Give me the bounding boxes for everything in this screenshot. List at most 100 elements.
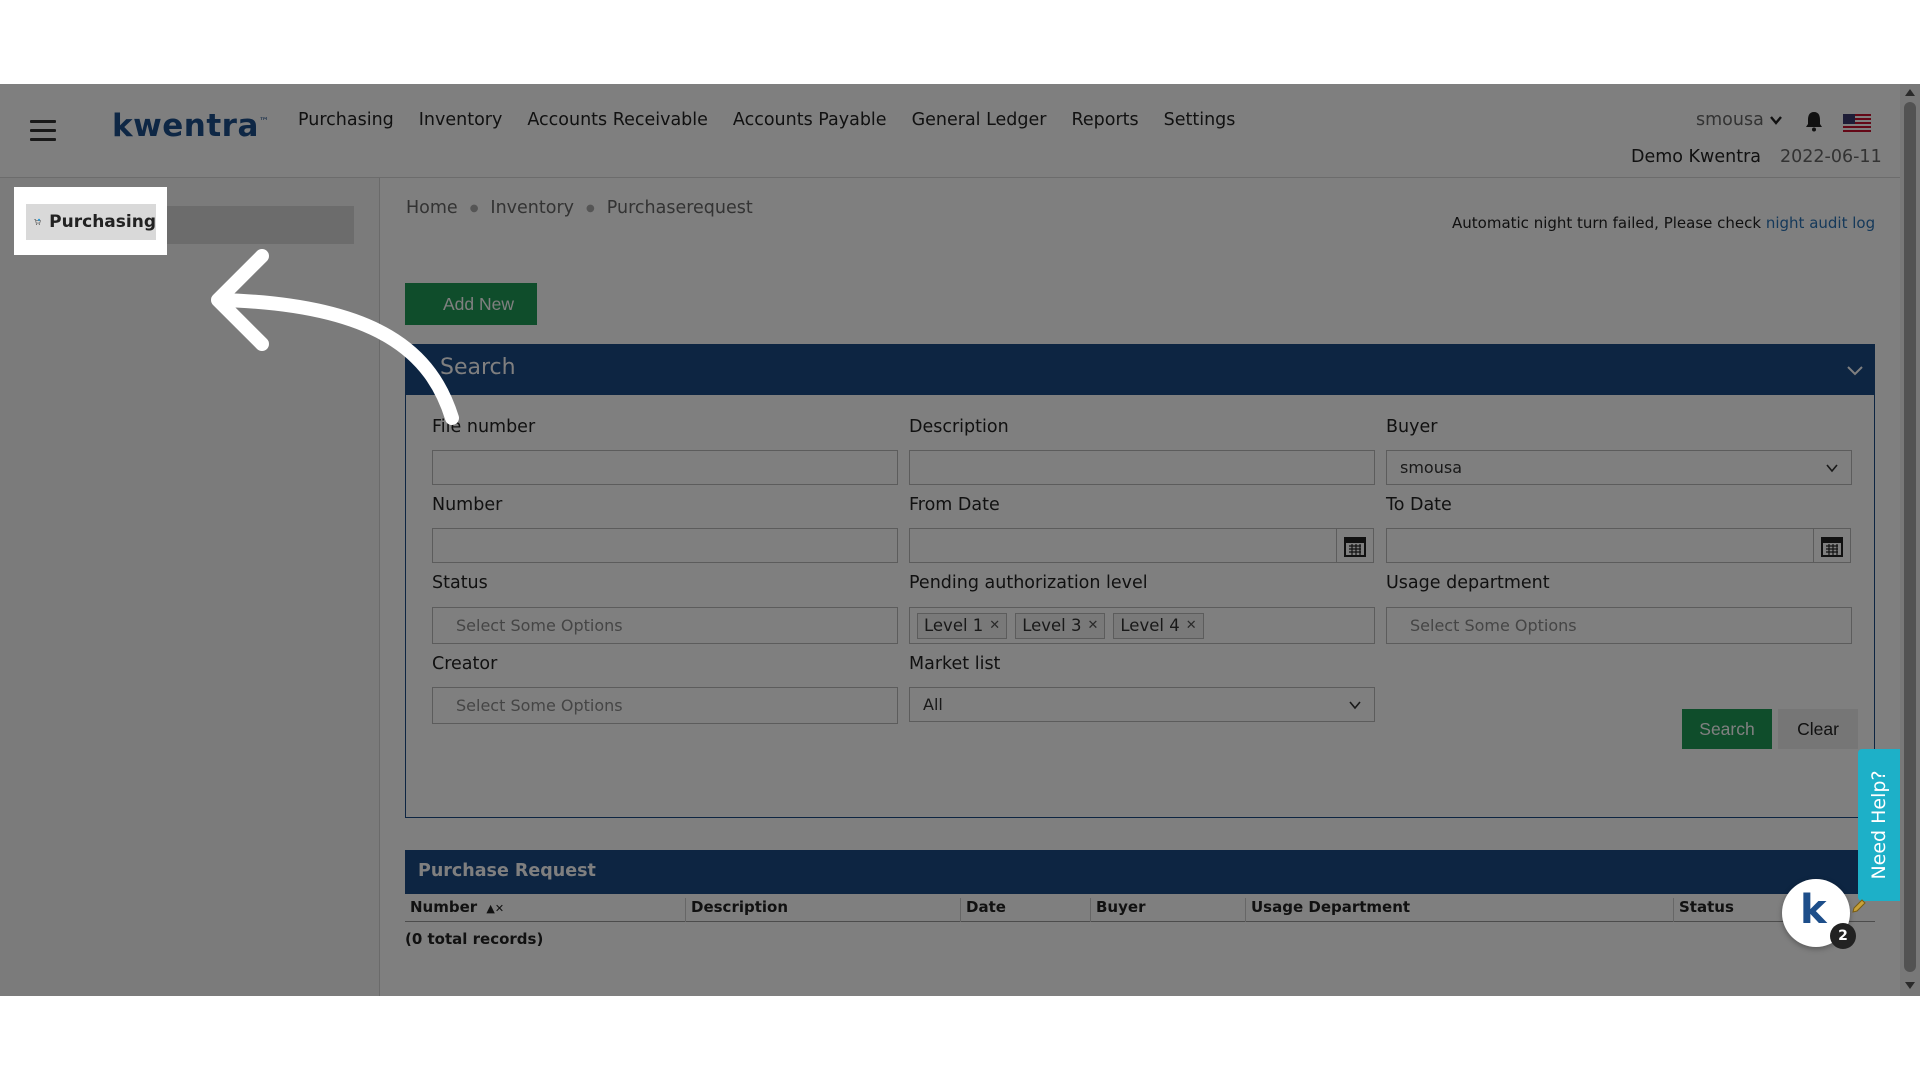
column-label: Date	[966, 898, 1006, 916]
from-date-input[interactable]	[909, 528, 1337, 563]
number-input[interactable]	[432, 528, 898, 563]
pending-level-multiselect[interactable]: Level 1 ✕ Level 3 ✕ Level 4 ✕	[909, 607, 1375, 644]
level-chip: Level 3 ✕	[1015, 612, 1106, 639]
calendar-icon	[1344, 536, 1366, 557]
hamburger-icon[interactable]	[30, 120, 56, 141]
nav-inventory[interactable]: Inventory	[419, 110, 503, 130]
chevron-down-icon[interactable]	[1846, 361, 1864, 379]
chevron-down-icon	[1349, 700, 1361, 709]
night-audit-link[interactable]: night audit log	[1766, 214, 1875, 232]
chat-assistant-logo: k	[1800, 887, 1827, 933]
column-description[interactable]: Description	[685, 898, 960, 922]
user-menu[interactable]: smousa	[1696, 110, 1782, 130]
logo-text: kwentra	[112, 108, 259, 144]
to-date-input[interactable]	[1386, 528, 1814, 563]
to-date-label: To Date	[1386, 495, 1452, 515]
main-nav: Purchasing Inventory Accounts Receivable…	[298, 110, 1260, 130]
alert-text: Automatic night turn failed, Please chec…	[1452, 214, 1762, 232]
from-date-calendar-button[interactable]	[1336, 528, 1374, 563]
total-records: (0 total records)	[405, 930, 544, 948]
column-label: Usage Department	[1251, 898, 1411, 916]
nav-general-ledger[interactable]: General Ledger	[912, 110, 1047, 130]
night-audit-alert: Automatic night turn failed, Please chec…	[1452, 214, 1875, 232]
buyer-value: smousa	[1400, 458, 1462, 477]
search-panel-title: Search	[440, 355, 516, 380]
scroll-down-icon[interactable]	[1904, 980, 1916, 992]
close-icon[interactable]: ✕	[1186, 618, 1197, 633]
search-panel-header[interactable]: Search	[406, 345, 1874, 395]
breadcrumb-separator: ●	[586, 202, 595, 214]
nav-reports[interactable]: Reports	[1071, 110, 1138, 130]
chevron-down-icon	[1769, 116, 1782, 125]
column-usage-department[interactable]: Usage Department	[1245, 898, 1673, 922]
file-number-input[interactable]	[432, 450, 898, 485]
notification-badge: 2	[1830, 923, 1856, 949]
purchase-request-panel: Purchase Request Number ▲✕ Description D…	[405, 850, 1875, 996]
company-name: Demo Kwentra	[1631, 147, 1761, 167]
sidebar-item-purchasing[interactable]: Purchasing	[26, 204, 156, 240]
creator-label: Creator	[432, 654, 498, 674]
market-list-select[interactable]: All	[909, 687, 1375, 722]
nav-accounts-receivable[interactable]: Accounts Receivable	[527, 110, 708, 130]
column-label: Status	[1679, 898, 1734, 916]
chip-label: Level 4	[1120, 616, 1180, 635]
to-date-calendar-button[interactable]	[1813, 528, 1851, 563]
calendar-icon	[1821, 536, 1843, 557]
logo-tm: ™	[258, 116, 270, 128]
pencil-icon[interactable]	[1851, 898, 1867, 914]
usage-department-multiselect[interactable]: Select Some Options	[1386, 607, 1852, 644]
description-input[interactable]	[909, 450, 1375, 485]
scrollbar[interactable]	[1900, 84, 1920, 996]
sidebar-item-label: Purchasing	[49, 212, 156, 232]
from-date-label: From Date	[909, 495, 1000, 515]
username: smousa	[1696, 110, 1764, 130]
column-buyer[interactable]: Buyer	[1090, 898, 1245, 922]
number-label: Number	[432, 495, 503, 515]
market-list-value: All	[923, 695, 943, 714]
breadcrumb: Home ● Inventory ● Purchaserequest	[406, 198, 753, 218]
usage-department-placeholder: Select Some Options	[1410, 616, 1577, 635]
purchase-request-title: Purchase Request	[405, 850, 1875, 894]
table-header-row: Number ▲✕ Description Date Buyer Usage D…	[405, 894, 1875, 922]
sidebar	[0, 178, 380, 996]
buyer-select[interactable]: smousa	[1386, 450, 1852, 485]
usage-department-label: Usage department	[1386, 573, 1550, 593]
breadcrumb-inventory[interactable]: Inventory	[490, 198, 574, 218]
status-label: Status	[432, 573, 488, 593]
nav-settings[interactable]: Settings	[1164, 110, 1236, 130]
breadcrumb-home[interactable]: Home	[406, 198, 458, 218]
close-icon[interactable]: ✕	[1088, 618, 1099, 633]
column-label: Description	[691, 898, 789, 916]
column-number[interactable]: Number ▲✕	[405, 898, 685, 922]
search-button[interactable]: Search	[1682, 709, 1772, 749]
file-number-label: File number	[432, 417, 536, 437]
clear-button[interactable]: Clear	[1778, 709, 1858, 749]
kwentra-logo[interactable]: kwentra™	[112, 108, 269, 144]
nav-purchasing[interactable]: Purchasing	[298, 110, 394, 130]
app-viewport: kwentra™ Purchasing Inventory Accounts R…	[0, 84, 1920, 996]
chat-assistant-button[interactable]: k 2	[1782, 879, 1856, 949]
level-chip: Level 4 ✕	[1113, 612, 1204, 639]
close-icon[interactable]: ✕	[495, 902, 504, 915]
status-placeholder: Select Some Options	[456, 616, 623, 635]
creator-multiselect[interactable]: Select Some Options	[432, 687, 898, 724]
search-panel: Search File number Description Buyer smo…	[405, 344, 1875, 818]
header-date: 2022-06-11	[1780, 147, 1882, 167]
need-help-tab[interactable]: Need Help?	[1858, 749, 1900, 901]
scroll-up-icon[interactable]	[1904, 86, 1916, 98]
bell-icon[interactable]	[1804, 110, 1824, 132]
close-icon[interactable]: ✕	[989, 618, 1000, 633]
buyer-label: Buyer	[1386, 417, 1438, 437]
market-list-label: Market list	[909, 654, 1001, 674]
add-new-button[interactable]: Add New	[405, 283, 537, 325]
nav-accounts-payable[interactable]: Accounts Payable	[733, 110, 887, 130]
column-label: Number	[410, 898, 478, 916]
sort-asc-icon[interactable]: ▲	[486, 902, 494, 915]
scrollbar-thumb[interactable]	[1904, 102, 1916, 972]
us-flag-icon[interactable]	[1843, 114, 1871, 132]
chip-label: Level 1	[924, 616, 984, 635]
column-date[interactable]: Date	[960, 898, 1090, 922]
status-multiselect[interactable]: Select Some Options	[432, 607, 898, 644]
chevron-down-icon	[1826, 463, 1838, 472]
breadcrumb-current: Purchaserequest	[606, 198, 753, 218]
